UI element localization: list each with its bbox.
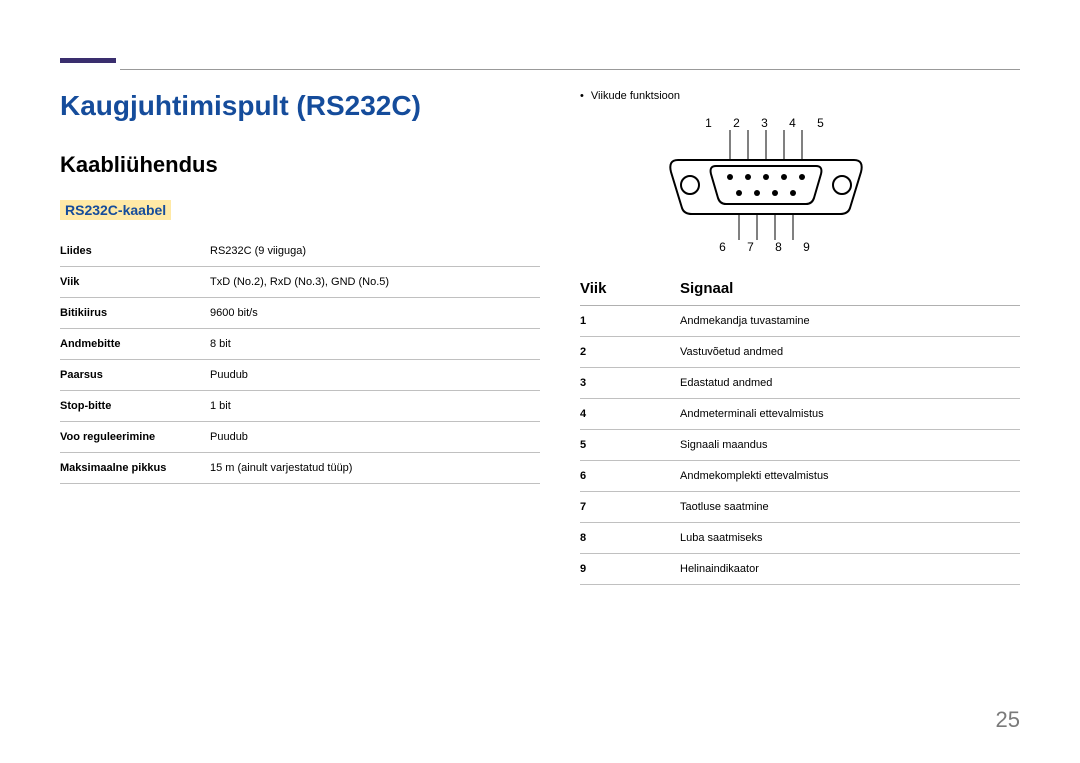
pin-number: 2 [580,337,680,368]
table-row: ViikTxD (No.2), RxD (No.3), GND (No.5) [60,267,540,298]
pin-number: 5 [580,430,680,461]
left-column: Kaugjuhtimispult (RS232C) Kaabliühendus … [60,90,540,585]
table-row: Andmebitte8 bit [60,329,540,360]
table-row: Stop-bitte1 bit [60,391,540,422]
header-rule [120,69,1020,70]
connector-diagram: 1 2 3 4 5 [660,116,1020,254]
signal-name: Andmekomplekti ettevalmistus [680,461,1020,492]
spec-label: Stop-bitte [60,391,210,422]
spec-value: 9600 bit/s [210,298,540,329]
header-signal: Signaal [680,280,733,297]
section-title: Kaabliühendus [60,152,540,178]
signal-name: Edastatud andmed [680,368,1020,399]
table-row: 1Andmekandja tuvastamine [580,306,1020,337]
pin-labels-bottom: 6 7 8 9 [678,240,860,254]
table-row: 7Taotluse saatmine [580,492,1020,523]
pin-function-label: Viikude funktsioon [580,90,1020,102]
table-row: Voo reguleeriminePuudub [60,422,540,453]
pin-number: 6 [580,461,680,492]
table-row: Maksimaalne pikkus15 m (ainult varjestat… [60,453,540,484]
pin-labels-top: 1 2 3 4 5 [678,116,860,130]
table-row: 6Andmekomplekti ettevalmistus [580,461,1020,492]
table-row: 9Helinaindikaator [580,554,1020,585]
signal-table: 1Andmekandja tuvastamine2Vastuvõetud and… [580,306,1020,585]
table-row: 2Vastuvõetud andmed [580,337,1020,368]
page-number: 25 [996,707,1020,733]
spec-label: Bitikiirus [60,298,210,329]
right-column: Viikude funktsioon 1 2 3 4 5 [580,90,1020,585]
page-title: Kaugjuhtimispult (RS232C) [60,90,540,122]
signal-name: Signaali maandus [680,430,1020,461]
table-row: 5Signaali maandus [580,430,1020,461]
spec-value: 1 bit [210,391,540,422]
db9-connector-icon [660,130,880,240]
pin-number: 8 [580,523,680,554]
signal-name: Vastuvõetud andmed [680,337,1020,368]
spec-label: Maksimaalne pikkus [60,453,210,484]
signal-name: Andmekandja tuvastamine [680,306,1020,337]
header-accent [60,58,116,63]
spec-value: Puudub [210,360,540,391]
spec-table: LiidesRS232C (9 viiguga)ViikTxD (No.2), … [60,236,540,484]
signal-table-header: Viik Signaal [580,272,1020,306]
spec-value: RS232C (9 viiguga) [210,236,540,267]
signal-name: Taotluse saatmine [680,492,1020,523]
spec-label: Paarsus [60,360,210,391]
signal-name: Andmeterminali ettevalmistus [680,399,1020,430]
table-row: 4Andmeterminali ettevalmistus [580,399,1020,430]
pin-number: 9 [580,554,680,585]
spec-value: Puudub [210,422,540,453]
pin-number: 3 [580,368,680,399]
table-row: LiidesRS232C (9 viiguga) [60,236,540,267]
spec-label: Voo reguleerimine [60,422,210,453]
content-columns: Kaugjuhtimispult (RS232C) Kaabliühendus … [60,90,1020,585]
table-row: Bitikiirus9600 bit/s [60,298,540,329]
signal-name: Helinaindikaator [680,554,1020,585]
table-row: PaarsusPuudub [60,360,540,391]
document-page: Kaugjuhtimispult (RS232C) Kaabliühendus … [0,0,1080,763]
spec-label: Viik [60,267,210,298]
pin-number: 7 [580,492,680,523]
table-row: 8Luba saatmiseks [580,523,1020,554]
table-row: 3Edastatud andmed [580,368,1020,399]
spec-value: 15 m (ainult varjestatud tüüp) [210,453,540,484]
pin-number: 4 [580,399,680,430]
spec-value: 8 bit [210,329,540,360]
pin-number: 1 [580,306,680,337]
header-pin: Viik [580,280,670,297]
subsection-title: RS232C-kaabel [60,200,171,220]
spec-label: Andmebitte [60,329,210,360]
spec-label: Liides [60,236,210,267]
signal-name: Luba saatmiseks [680,523,1020,554]
spec-value: TxD (No.2), RxD (No.3), GND (No.5) [210,267,540,298]
